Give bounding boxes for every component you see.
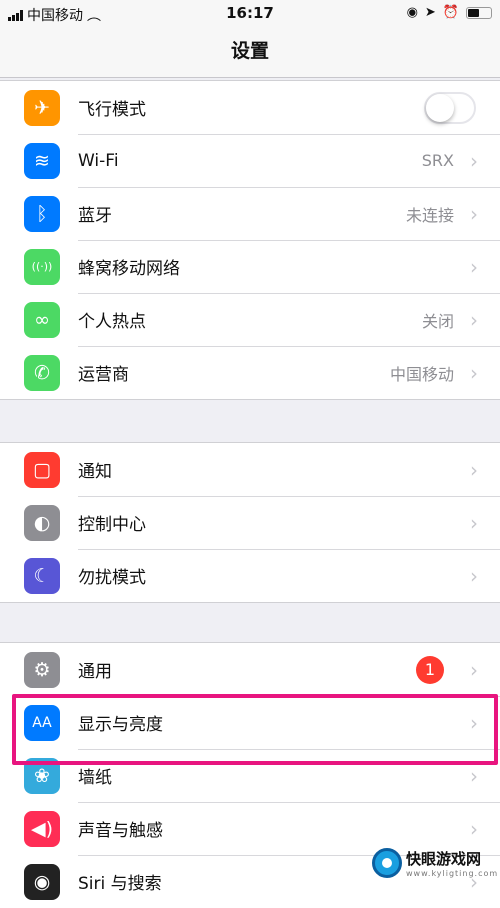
row-label: 蜂窝移动网络 [78,259,180,279]
row-label: 显示与亮度 [78,715,163,735]
row-label: 控制中心 [78,515,146,535]
wallpaper-icon: ❀ [24,757,60,794]
watermark-url: www.kyligting.com [406,869,499,878]
chevron-right-icon: › [470,816,478,841]
row-value: 未连接 [405,205,454,225]
control-center-icon: ◐ [24,504,60,541]
settings-row[interactable]: ☾ 勿扰模式 › [0,549,500,602]
settings-row[interactable]: ✆ 运营商 中国移动 › [0,346,500,399]
row-label: 飞行模式 [78,100,146,120]
settings-row[interactable]: ≋ Wi-Fi SRX › [0,134,500,187]
row-value: 关闭 [421,311,454,331]
bluetooth-icon: ᛒ [24,195,60,232]
chevron-right-icon: › [470,457,478,482]
row-label: Wi-Fi [78,150,119,171]
row-label: 声音与触感 [78,821,163,841]
wifi-icon: ≋ [24,142,60,179]
settings-row[interactable]: ᛒ 蓝牙 未连接 › [0,187,500,240]
alarm-icon: ⏰ [442,5,459,20]
row-label: 通用 [78,662,112,682]
settings-group-connectivity: ✈ 飞行模式 ≋ Wi-Fi SRX › ᛒ 蓝牙 未连接 › ((·)) 蜂窝移动网络 › ∞ … [0,80,500,400]
chevron-right-icon: › [470,201,478,226]
settings-row[interactable]: ((·)) 蜂窝移动网络 › [0,240,500,293]
row-label: 运营商 [78,365,129,385]
battery-icon [466,6,492,19]
sound-icon: ◀) [24,810,60,847]
display-icon: AA [24,704,60,741]
chevron-right-icon: › [470,563,478,588]
settings-row[interactable]: ◐ 控制中心 › [0,496,500,549]
airplane-mode-toggle[interactable] [424,91,476,124]
settings-row[interactable]: ∞ 个人热点 关闭 › [0,293,500,346]
chevron-right-icon: › [470,510,478,535]
row-label: 蓝牙 [78,206,112,226]
page-title: 设置 [0,28,500,78]
chevron-right-icon: › [470,360,478,385]
row-label: 个人热点 [78,312,146,332]
airplane-icon: ✈ [24,89,60,126]
cellular-icon: ((·)) [24,248,60,285]
chevron-right-icon: › [470,710,478,735]
phone-icon: ✆ [24,354,60,391]
chevron-right-icon: › [470,763,478,788]
notifications-icon: ▢ [24,451,60,488]
row-label: 勿扰模式 [78,568,146,588]
location-icon: ➤ [424,5,436,20]
settings-row[interactable]: ❀ 墙纸 › [0,749,500,802]
orientation-lock-icon: ◉ [406,5,418,20]
siri-icon: ◉ [24,863,60,900]
watermark-logo-icon [372,848,402,878]
settings-row[interactable]: ▢ 通知 › [0,443,500,496]
settings-row[interactable]: ⚙ 通用 1 › [0,643,500,696]
notification-badge: 1 [416,655,444,684]
chevron-right-icon: › [470,254,478,279]
row-value: 中国移动 [389,364,454,384]
gear-icon: ⚙ [24,651,60,688]
settings-group-notifications: ▢ 通知 › ◐ 控制中心 › ☾ 勿扰模式 › [0,442,500,603]
chevron-right-icon: › [470,307,478,332]
moon-icon: ☾ [24,557,60,594]
row-label: 墙纸 [78,768,112,788]
row-label: Siri 与搜索 [78,874,162,894]
chevron-right-icon: › [470,657,478,682]
row-value: SRX [421,151,454,170]
row-label: 通知 [78,462,112,482]
hotspot-icon: ∞ [24,301,60,338]
chevron-right-icon: › [470,148,478,173]
watermark: 快眼游戏网 www.kyligting.com [372,848,498,878]
settings-row[interactable]: ✈ 飞行模式 [0,81,500,134]
watermark-name: 快眼游戏网 [406,850,482,868]
settings-row[interactable]: AA 显示与亮度 › [0,696,500,749]
status-bar: 中国移动 ︵ 16:17 ◉ ➤ ⏰ [0,0,500,28]
